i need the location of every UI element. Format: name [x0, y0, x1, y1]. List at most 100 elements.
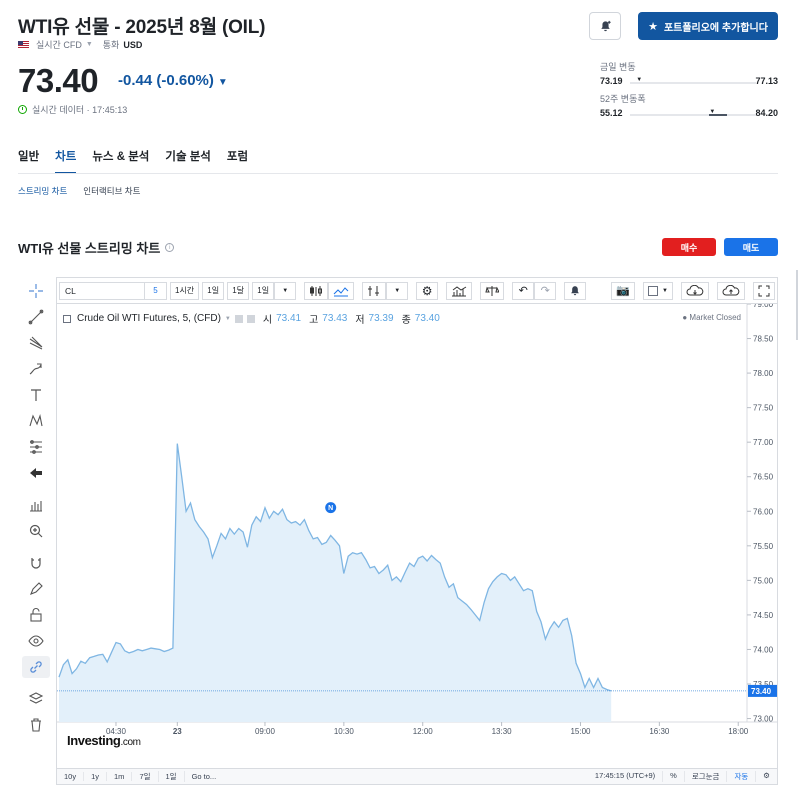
52-week-range-high: 84.20 — [755, 108, 778, 118]
y-tick-label: 76.00 — [753, 507, 774, 516]
delete-tool[interactable] — [22, 714, 50, 736]
range-1m-button[interactable]: 1m — [107, 772, 133, 781]
chart-time: 17:45:15 (UTC+9) — [588, 771, 664, 782]
compare-dropdown[interactable]: ▼ — [386, 281, 409, 300]
x-tick-label: 10:30 — [334, 727, 355, 736]
measure-tool[interactable] — [22, 494, 50, 516]
prediction-tool[interactable] — [22, 436, 50, 458]
collapse-icon[interactable] — [63, 314, 71, 323]
area-chart-button[interactable] — [328, 281, 355, 300]
link-icon — [30, 661, 42, 673]
bell-plus-icon — [571, 285, 580, 295]
auto-scale-button[interactable]: 자동 — [727, 771, 757, 782]
candles-button[interactable] — [304, 281, 329, 300]
symbol-input[interactable]: CL — [59, 281, 145, 300]
cloud-load-button[interactable] — [681, 281, 709, 300]
range-1d-button[interactable]: 1일 — [159, 771, 185, 782]
brush-tool[interactable] — [22, 358, 50, 380]
add-to-portfolio-label: 포트폴리오에 추가합니다 — [663, 22, 768, 34]
tab-technical[interactable]: 기술 분석 — [165, 148, 211, 164]
settings-button[interactable]: ⚙ — [416, 281, 439, 300]
back-tool[interactable] — [22, 462, 50, 484]
interval-dropdown[interactable]: ▼ — [274, 281, 297, 300]
visibility-tool[interactable] — [22, 630, 50, 652]
trend-line-tool[interactable] — [22, 306, 50, 328]
zoom-tool[interactable] — [22, 520, 50, 542]
tab-overview[interactable]: 일반 — [18, 148, 39, 164]
x-tick-label: 18:00 — [728, 727, 749, 736]
add-to-portfolio-button[interactable]: ★ 포트폴리오에 추가합니다 — [638, 12, 778, 40]
layers-tool[interactable] — [22, 688, 50, 710]
stay-in-drawing-tool[interactable] — [22, 578, 50, 600]
redo-button[interactable]: ↷ — [534, 281, 557, 300]
interval-1mo-button[interactable]: 1달 — [227, 281, 250, 300]
tab-forum[interactable]: 포럼 — [227, 148, 248, 164]
scale-settings-button[interactable]: ⚙ — [756, 771, 777, 782]
currency-value: USD — [123, 39, 143, 50]
crosshair-tool[interactable] — [22, 280, 50, 302]
interval-1h-button[interactable]: 1시간 — [170, 281, 200, 300]
range-7d-button[interactable]: 7일 — [132, 771, 159, 782]
alert-button[interactable] — [589, 12, 621, 40]
subtab-interactive-chart[interactable]: 인터랙티브 차트 — [83, 185, 140, 197]
buy-button[interactable]: 매수 — [662, 238, 716, 256]
52-week-range-label: 52주 변동폭 — [600, 94, 646, 104]
range-1y-button[interactable]: 1y — [84, 772, 108, 781]
fullscreen-icon — [758, 285, 770, 296]
legend-settings-icon[interactable] — [234, 314, 243, 323]
interval-1d-button[interactable]: 1일 — [202, 281, 225, 300]
log-scale-button[interactable]: 로그눈금 — [685, 771, 728, 782]
range-10y-button[interactable]: 10y — [57, 772, 85, 781]
snapshot-button[interactable]: 📷 — [611, 281, 636, 300]
section-title-text: WTI유 선물 스트리밍 차트 — [18, 241, 161, 256]
indicators-button[interactable] — [446, 281, 473, 300]
main-tabs: 일반 차트 뉴스 & 분석 기술 분석 포럼 — [18, 148, 248, 174]
live-data-status: 실시간 데이터 · 17:45:13 — [18, 103, 127, 116]
interval-button[interactable]: 5 — [145, 281, 167, 300]
price-chart[interactable]: 79.00 78.50 78.00 77.50 77.00 76.50 76.00 75.50… — [57, 304, 777, 766]
compare-button[interactable] — [362, 281, 387, 300]
sell-button[interactable]: 매도 — [724, 238, 778, 256]
chevron-down-icon[interactable]: ▼ — [86, 41, 93, 48]
brush-icon — [29, 363, 42, 375]
x-tick-label: 16:30 — [649, 727, 670, 736]
balance-button[interactable] — [480, 281, 505, 300]
cloud-save-button[interactable] — [717, 281, 745, 300]
magnet-tool[interactable] — [22, 552, 50, 574]
redo-icon: ↷ — [540, 285, 550, 297]
interval-select[interactable]: 1일 — [252, 281, 275, 300]
lock-tool[interactable] — [22, 604, 50, 626]
legend-high: 73.43 — [322, 313, 348, 324]
page-scrollbar[interactable] — [796, 60, 798, 560]
scrollbar-thumb[interactable] — [796, 270, 798, 340]
day-range-high: 77.13 — [755, 76, 778, 86]
indicators-icon — [452, 285, 467, 296]
link-tool[interactable] — [22, 656, 50, 678]
arrow-left-icon — [30, 468, 42, 478]
subtab-streaming-chart[interactable]: 스트리밍 차트 — [18, 185, 67, 197]
undo-button[interactable]: ↶ — [512, 281, 535, 300]
legend-high-label: 고 — [309, 315, 319, 326]
tab-chart[interactable]: 차트 — [55, 148, 77, 174]
text-tool[interactable] — [22, 384, 50, 406]
pencil-lock-icon — [30, 582, 43, 595]
chart-alert-button[interactable] — [564, 281, 587, 300]
cloud-download-icon — [686, 284, 704, 295]
color-button[interactable]: ▼ — [643, 281, 673, 300]
fullscreen-button[interactable] — [753, 281, 775, 300]
info-icon[interactable]: i — [165, 243, 175, 252]
pattern-tool[interactable] — [22, 410, 50, 432]
zoom-in-icon — [29, 524, 43, 538]
legend-close-icon[interactable] — [246, 314, 255, 323]
day-range-bar: ▼ — [630, 77, 756, 84]
section-title: WTI유 선물 스트리밍 차트 i — [18, 238, 175, 257]
fib-tool[interactable] — [22, 332, 50, 354]
legend-caret-icon[interactable]: ▼ — [225, 316, 231, 322]
x-tick-label: 09:00 — [255, 727, 276, 736]
percent-scale-button[interactable]: % — [663, 771, 685, 782]
market-type[interactable]: 실시간 CFD — [36, 38, 82, 51]
crosshair-icon — [29, 284, 43, 298]
news-marker-glyph: N — [328, 505, 333, 512]
goto-button[interactable]: Go to... — [185, 772, 224, 781]
tab-news[interactable]: 뉴스 & 분석 — [92, 148, 149, 164]
